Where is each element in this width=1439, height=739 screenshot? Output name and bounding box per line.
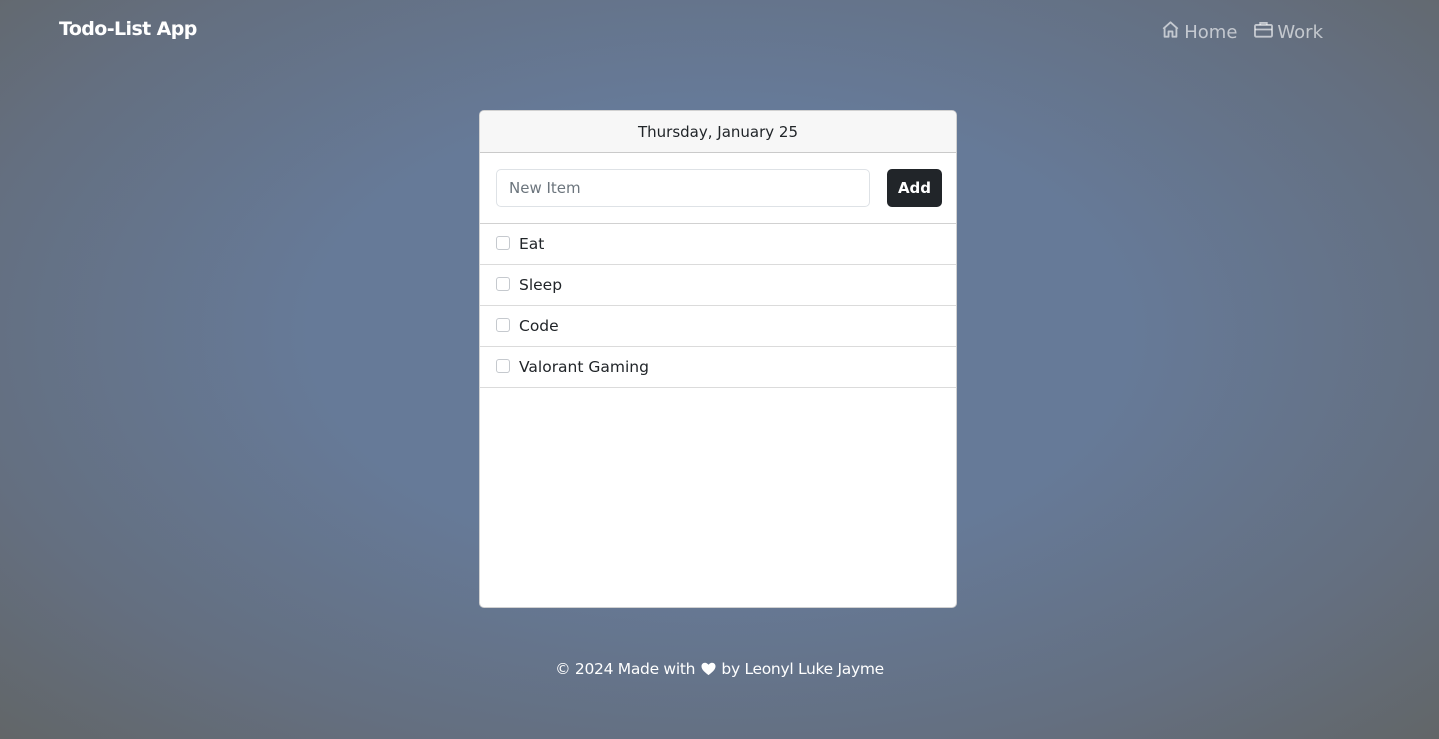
todo-list: Eat Sleep Code Valorant Gaming bbox=[480, 224, 956, 388]
item-checkbox[interactable] bbox=[496, 277, 510, 291]
navbar: Todo-List App Home Work bbox=[0, 0, 1439, 62]
new-item-input[interactable] bbox=[496, 169, 870, 207]
add-button[interactable]: Add bbox=[887, 169, 942, 207]
nav-links: Home Work bbox=[1160, 19, 1323, 45]
list-item: Sleep bbox=[480, 265, 956, 306]
heart-icon bbox=[701, 662, 716, 676]
home-icon bbox=[1160, 19, 1181, 45]
item-checkbox[interactable] bbox=[496, 236, 510, 250]
new-item-form: Add bbox=[480, 153, 956, 224]
item-label: Code bbox=[519, 317, 559, 335]
footer: © 2024 Made with by Leonyl Luke Jayme bbox=[0, 660, 1439, 678]
list-item: Valorant Gaming bbox=[480, 347, 956, 388]
footer-prefix: © 2024 Made with bbox=[555, 660, 696, 678]
item-checkbox[interactable] bbox=[496, 318, 510, 332]
briefcase-icon bbox=[1253, 19, 1274, 45]
item-label: Eat bbox=[519, 235, 545, 253]
list-item: Eat bbox=[480, 224, 956, 265]
item-label: Sleep bbox=[519, 276, 563, 294]
item-label: Valorant Gaming bbox=[519, 358, 649, 376]
item-checkbox[interactable] bbox=[496, 359, 510, 373]
footer-suffix: by Leonyl Luke Jayme bbox=[721, 660, 884, 678]
nav-link-home-label: Home bbox=[1184, 21, 1238, 43]
nav-link-home[interactable]: Home bbox=[1160, 19, 1237, 45]
brand-link[interactable]: Todo-List App bbox=[59, 18, 197, 40]
list-item: Code bbox=[480, 306, 956, 347]
todo-card: Thursday, January 25 Add Eat Sleep Code … bbox=[479, 110, 957, 608]
nav-link-work-label: Work bbox=[1277, 21, 1323, 43]
nav-link-work[interactable]: Work bbox=[1253, 19, 1323, 45]
date-header: Thursday, January 25 bbox=[480, 111, 956, 153]
